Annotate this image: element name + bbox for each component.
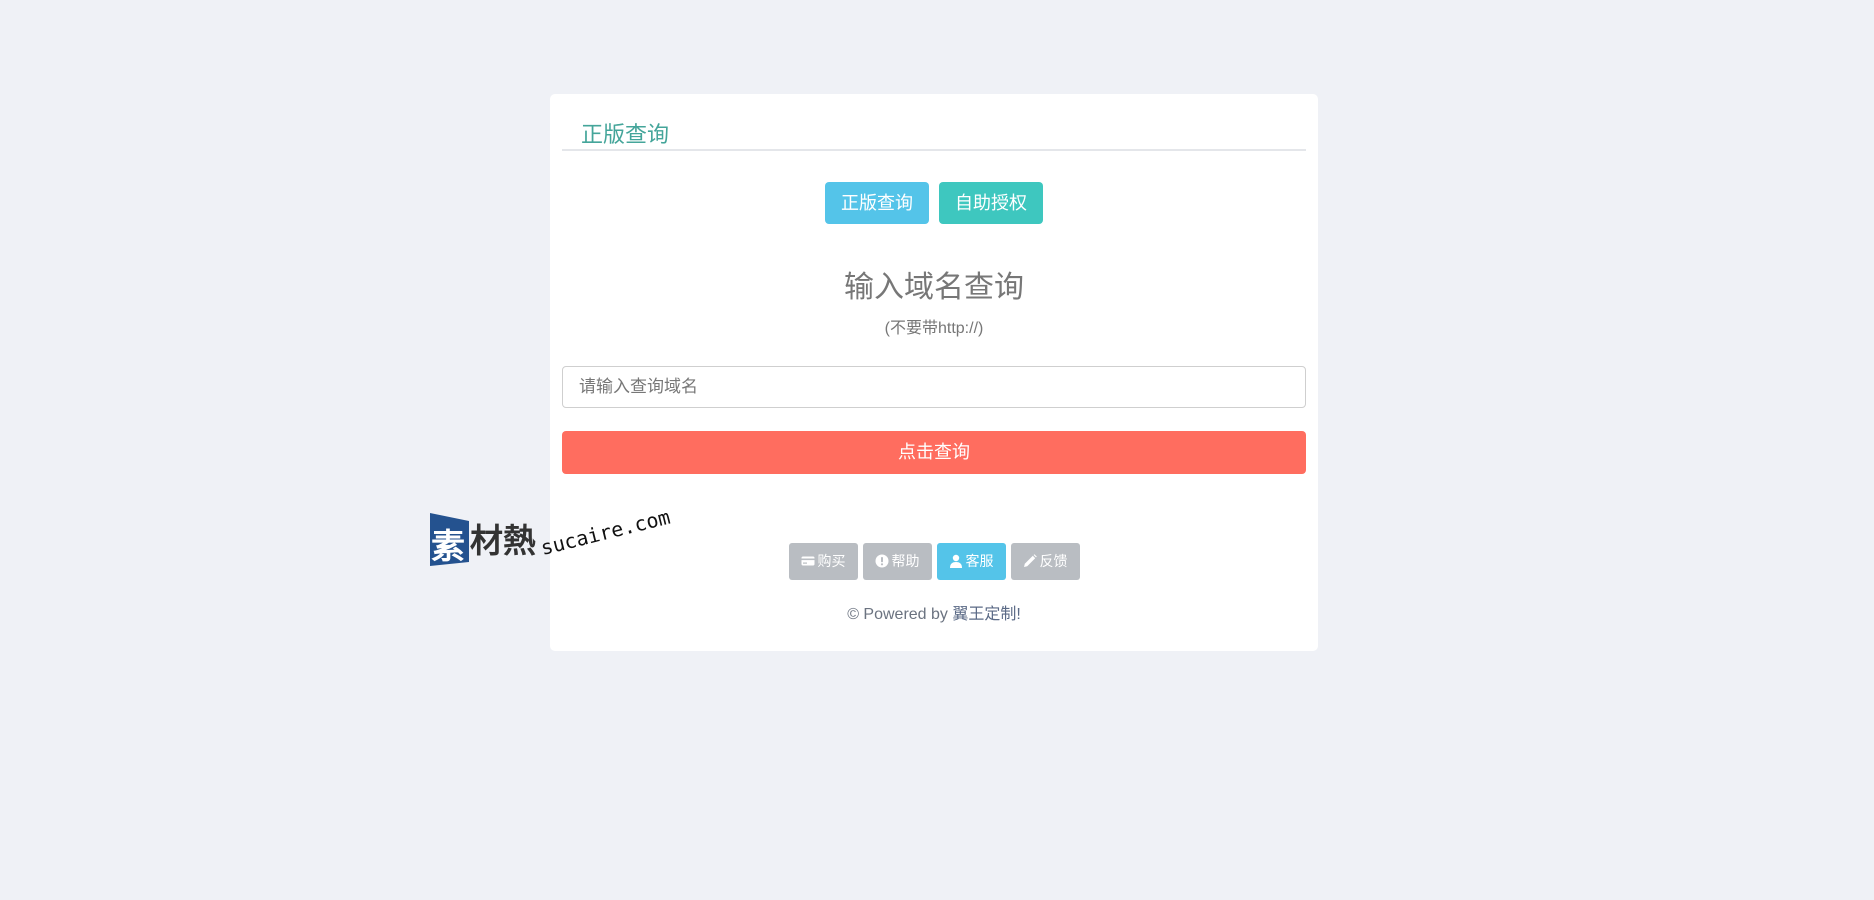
tab-self-authorize[interactable]: 自助授权 [939,182,1043,224]
query-submit-button[interactable]: 点击查询 [562,431,1306,474]
exclamation-circle-icon [875,554,889,568]
tab-row: 正版查询 自助授权 [550,182,1318,224]
tab-genuine-query[interactable]: 正版查询 [825,182,929,224]
watermark: 素 材熱 sucaire.com [427,504,677,578]
card-title: 正版查询 [581,122,670,147]
feedback-button-label: 反馈 [1039,553,1068,569]
query-heading: 输入域名查询 [844,271,1024,304]
watermark-domain: sucaire.com [538,504,673,560]
powered-by-brand: 翼王定制! [952,606,1021,623]
powered-by-footer: © Powered by 翼王定制! [550,605,1318,625]
user-icon [949,554,963,568]
page: 正版查询 正版查询自助授权 输入域名查询 (不要带http://) 点击查询 购… [0,0,1874,900]
pencil-icon [1023,554,1037,568]
help-button[interactable]: 帮助 [862,543,932,580]
buy-button-label: 购买 [817,553,846,569]
watermark-logo: 素 材熱 [430,513,536,567]
svg-text:素: 素 [431,527,465,567]
query-subheading: (不要带http://) [884,320,984,337]
buy-button[interactable]: 购买 [788,543,858,580]
customer-service-button-label: 客服 [965,553,994,569]
credit-card-icon [801,554,815,568]
help-button-label: 帮助 [891,553,920,569]
feedback-button[interactable]: 反馈 [1010,543,1080,580]
customer-service-button[interactable]: 客服 [936,543,1006,580]
svg-text:材熱: 材熱 [470,521,536,560]
domain-input[interactable] [562,366,1306,408]
card-header: 正版查询 [562,122,1306,151]
powered-by-prefix: © Powered by [847,606,953,623]
